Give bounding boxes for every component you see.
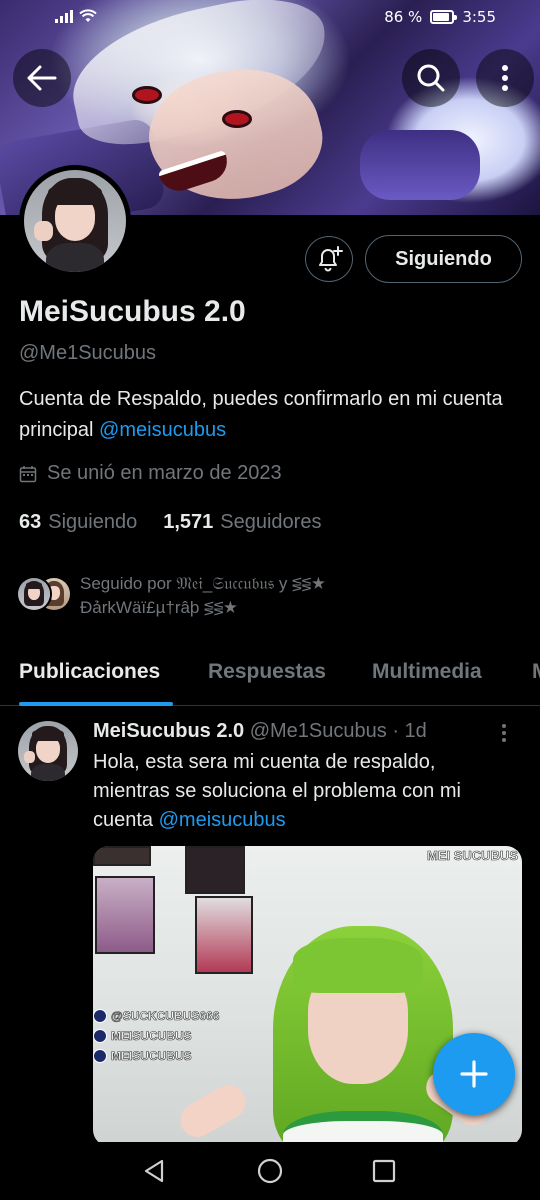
square-recents-icon [372,1159,396,1183]
media-poster [195,896,253,974]
follow-stats: 63 Siguiendo 1,571 Seguidores [19,511,321,534]
circle-home-icon [257,1158,283,1184]
following-button[interactable]: Siguiendo [365,235,522,283]
banner-art-eye [222,110,252,128]
post-author-handle[interactable]: @Me1Sucubus [250,720,387,742]
plus-icon [460,1060,488,1088]
notifications-button[interactable] [305,236,353,282]
media-poster [185,846,245,894]
more-vertical-icon [502,65,508,91]
more-options-button[interactable] [476,49,534,107]
post-header: MeiSucubus 2.0 @Me1Sucubus · 1d [93,720,427,743]
social-tag: MEISUCUBUS [111,1049,192,1064]
nav-recents-button[interactable] [367,1154,401,1188]
post-author-avatar[interactable] [18,721,78,781]
tab-publicaciones[interactable]: Publicaciones [19,660,160,684]
avatar [16,576,52,612]
profile-screen: 86 % 3:55 Siguiendo MeiSucubus 2.0 @Me1S… [0,0,540,1200]
followers-stat[interactable]: 1,571 Seguidores [163,511,321,534]
user-handle: @Me1Sucubus [19,342,157,364]
status-bar: 86 % 3:55 [0,0,540,36]
battery-percent: 86 % [384,8,423,26]
display-name: MeiSucubus 2.0 [19,295,246,328]
post-text: Hola, esta sera mi cuenta de respaldo, m… [93,748,513,835]
arrow-left-icon [27,65,57,91]
post-mention-link[interactable]: @meisucubus [159,809,286,831]
nav-home-button[interactable] [253,1154,287,1188]
post-more-button[interactable] [500,722,508,748]
instagram-icon [93,1029,107,1043]
banner-art-wrap [360,130,480,200]
followed-by-avatars [16,576,72,616]
social-tag: MEISUCUBUS [111,1029,192,1044]
profile-tabs: Publicaciones Respuestas Multimedia M [0,640,540,706]
banner-art-eye [132,86,162,104]
media-person-hand [174,1078,252,1144]
post-time[interactable]: · 1d [392,720,426,742]
nav-back-button[interactable] [137,1154,171,1188]
active-tab-indicator [19,702,173,706]
followers-label: Seguidores [220,511,322,533]
tab-multimedia[interactable]: Multimedia [372,660,482,684]
tab-respuestas[interactable]: Respuestas [208,660,326,684]
clock: 3:55 [462,8,496,26]
wifi-icon [79,9,97,22]
search-icon [417,64,445,92]
heart-icon [93,1009,107,1023]
search-button[interactable] [402,49,460,107]
profile-bio: Cuenta de Respaldo, puedes confirmarlo e… [19,384,519,446]
post-author-name[interactable]: MeiSucubus 2.0 [93,720,244,742]
media-person-shirt [283,1111,443,1146]
system-nav-bar [0,1142,540,1200]
bio-mention-link[interactable]: @meisucubus [99,419,226,441]
joined-date: Se unió en marzo de 2023 [19,462,282,485]
back-button[interactable] [13,49,71,107]
signal-icon [55,9,73,23]
tab-overflow[interactable]: M [532,660,540,684]
following-stat[interactable]: 63 Siguiendo [19,511,137,534]
media-watermark: MEI SUCUBUS [426,848,519,864]
x-icon [93,1049,107,1063]
media-poster [95,876,155,954]
followed-by[interactable]: Seguido por 𝔐𝔢𝔦_𝔖𝔲𝔠𝔠𝔲𝔟𝔲𝔰 y ⋚⋚★ ĐảrkWäï£µ… [16,572,440,620]
battery-icon [430,10,458,24]
media-poster [93,846,151,866]
bell-plus-icon [319,246,343,272]
media-person-bangs [293,938,423,993]
followers-count: 1,571 [163,511,214,533]
more-vertical-icon [502,724,506,742]
bio-text: Cuenta de Respaldo, puedes confirmarlo e… [19,388,503,441]
followed-by-text: Seguido por 𝔐𝔢𝔦_𝔖𝔲𝔠𝔠𝔲𝔟𝔲𝔰 y ⋚⋚★ ĐảrkWäï£µ… [80,574,326,617]
social-tag: @SUCKCUBUS666 [111,1009,220,1024]
joined-text: Se unió en marzo de 2023 [47,462,282,484]
following-count: 63 [19,511,42,533]
triangle-back-icon [144,1159,164,1183]
media-social-tags: @SUCKCUBUS666 MEISUCUBUS MEISUCUBUS [93,1006,220,1066]
profile-avatar[interactable] [19,165,131,277]
compose-fab-button[interactable] [433,1033,515,1115]
calendar-icon [19,465,37,482]
following-label: Siguiendo [48,511,138,533]
